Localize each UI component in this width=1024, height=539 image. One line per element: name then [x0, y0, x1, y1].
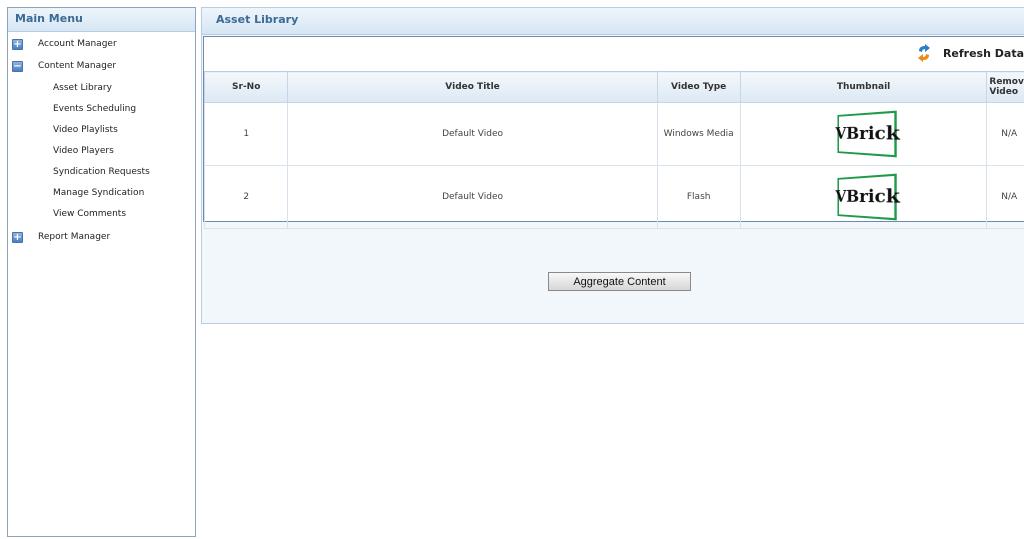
menu-label: Report Manager [38, 232, 111, 242]
cell-thumbnail: VBrick [739, 165, 988, 229]
cell-video-type: Windows Media [656, 102, 741, 166]
menu-item-manage-syndication[interactable]: Manage Syndication [8, 183, 195, 204]
table-row[interactable]: 2 Default Video Flash VBrick N/A [203, 165, 1024, 229]
collapse-icon[interactable]: − [12, 60, 23, 72]
menu-report-manager[interactable]: + Report Manager [8, 227, 195, 247]
menu-item-asset-library[interactable]: Asset Library [8, 78, 195, 99]
table-header-row: Sr-No Video Title Video Type Thumbnail R… [203, 71, 1024, 103]
col-remove-video[interactable]: Remove Video [986, 71, 1024, 103]
col-video-title[interactable]: Video Title [287, 71, 658, 103]
main-menu-panel: Main Menu + Account Manager − Content Ma… [7, 7, 196, 537]
col-thumbnail[interactable]: Thumbnail [739, 71, 988, 103]
menu-account-manager[interactable]: + Account Manager [8, 34, 195, 54]
aggregate-content-button[interactable]: Aggregate Content [548, 272, 691, 291]
refresh-icon [917, 44, 931, 62]
menu-content-manager[interactable]: − Content Manager [8, 56, 195, 76]
asset-table: Sr-No Video Title Video Type Thumbnail R… [203, 71, 1024, 229]
cell-remove: N/A [986, 165, 1024, 229]
asset-library-panel: Asset Library Refresh Data Sr-No Video T… [201, 7, 1024, 324]
cell-video-title: Default Video [287, 102, 658, 166]
cell-video-title: Default Video [287, 165, 658, 229]
col-sr-no[interactable]: Sr-No [203, 71, 289, 103]
refresh-data-label: Refresh Data [942, 46, 1024, 60]
menu-item-view-comments[interactable]: View Comments [8, 204, 195, 225]
main-menu-title: Main Menu [8, 8, 195, 32]
expand-icon[interactable]: + [12, 231, 23, 243]
table-row[interactable]: 1 Default Video Windows Media VBrick N/A [203, 102, 1024, 166]
cell-sr-no: 2 [203, 165, 289, 229]
asset-grid: Refresh Data Sr-No Video Title Video Typ… [203, 36, 1024, 229]
cell-remove: N/A [986, 102, 1024, 166]
page-title: Asset Library [202, 8, 1024, 35]
menu-item-syndication-requests[interactable]: Syndication Requests [8, 162, 195, 183]
menu-label: Account Manager [38, 39, 117, 49]
expand-icon[interactable]: + [12, 38, 23, 50]
menu-label: Content Manager [38, 61, 117, 71]
menu-item-video-players[interactable]: Video Players [8, 141, 195, 162]
refresh-data-button[interactable]: Refresh Data [917, 41, 1024, 65]
cell-thumbnail: VBrick [739, 102, 988, 166]
menu-item-events-scheduling[interactable]: Events Scheduling [8, 99, 195, 120]
vbrick-logo-thumbnail[interactable]: VBrick [835, 173, 899, 221]
menu-item-video-playlists[interactable]: Video Playlists [8, 120, 195, 141]
vbrick-logo-thumbnail[interactable]: VBrick [835, 110, 899, 158]
cell-video-type: Flash [656, 165, 741, 229]
cell-sr-no: 1 [203, 102, 289, 166]
col-video-type[interactable]: Video Type [656, 71, 741, 103]
